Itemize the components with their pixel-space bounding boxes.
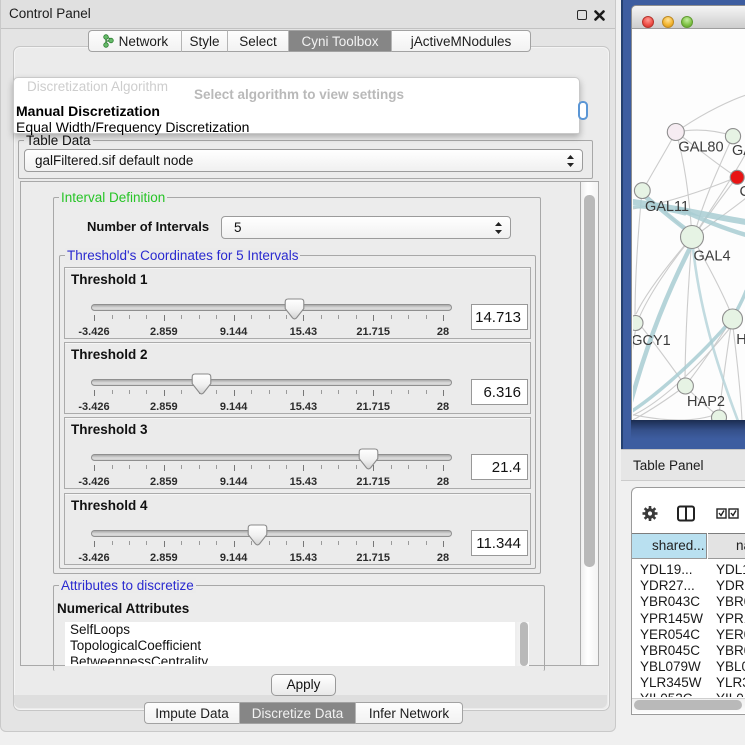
svg-text:GAL80: GAL80 — [678, 140, 723, 156]
svg-text:GAL11: GAL11 — [645, 199, 689, 215]
svg-text:C: C — [740, 184, 745, 200]
svg-text:GCY1: GCY1 — [633, 333, 671, 349]
svg-text:GAL4: GAL4 — [693, 249, 730, 265]
svg-text:GA: GA — [732, 143, 745, 159]
svg-text:H: H — [736, 332, 745, 348]
svg-text:HAP2: HAP2 — [687, 394, 725, 410]
